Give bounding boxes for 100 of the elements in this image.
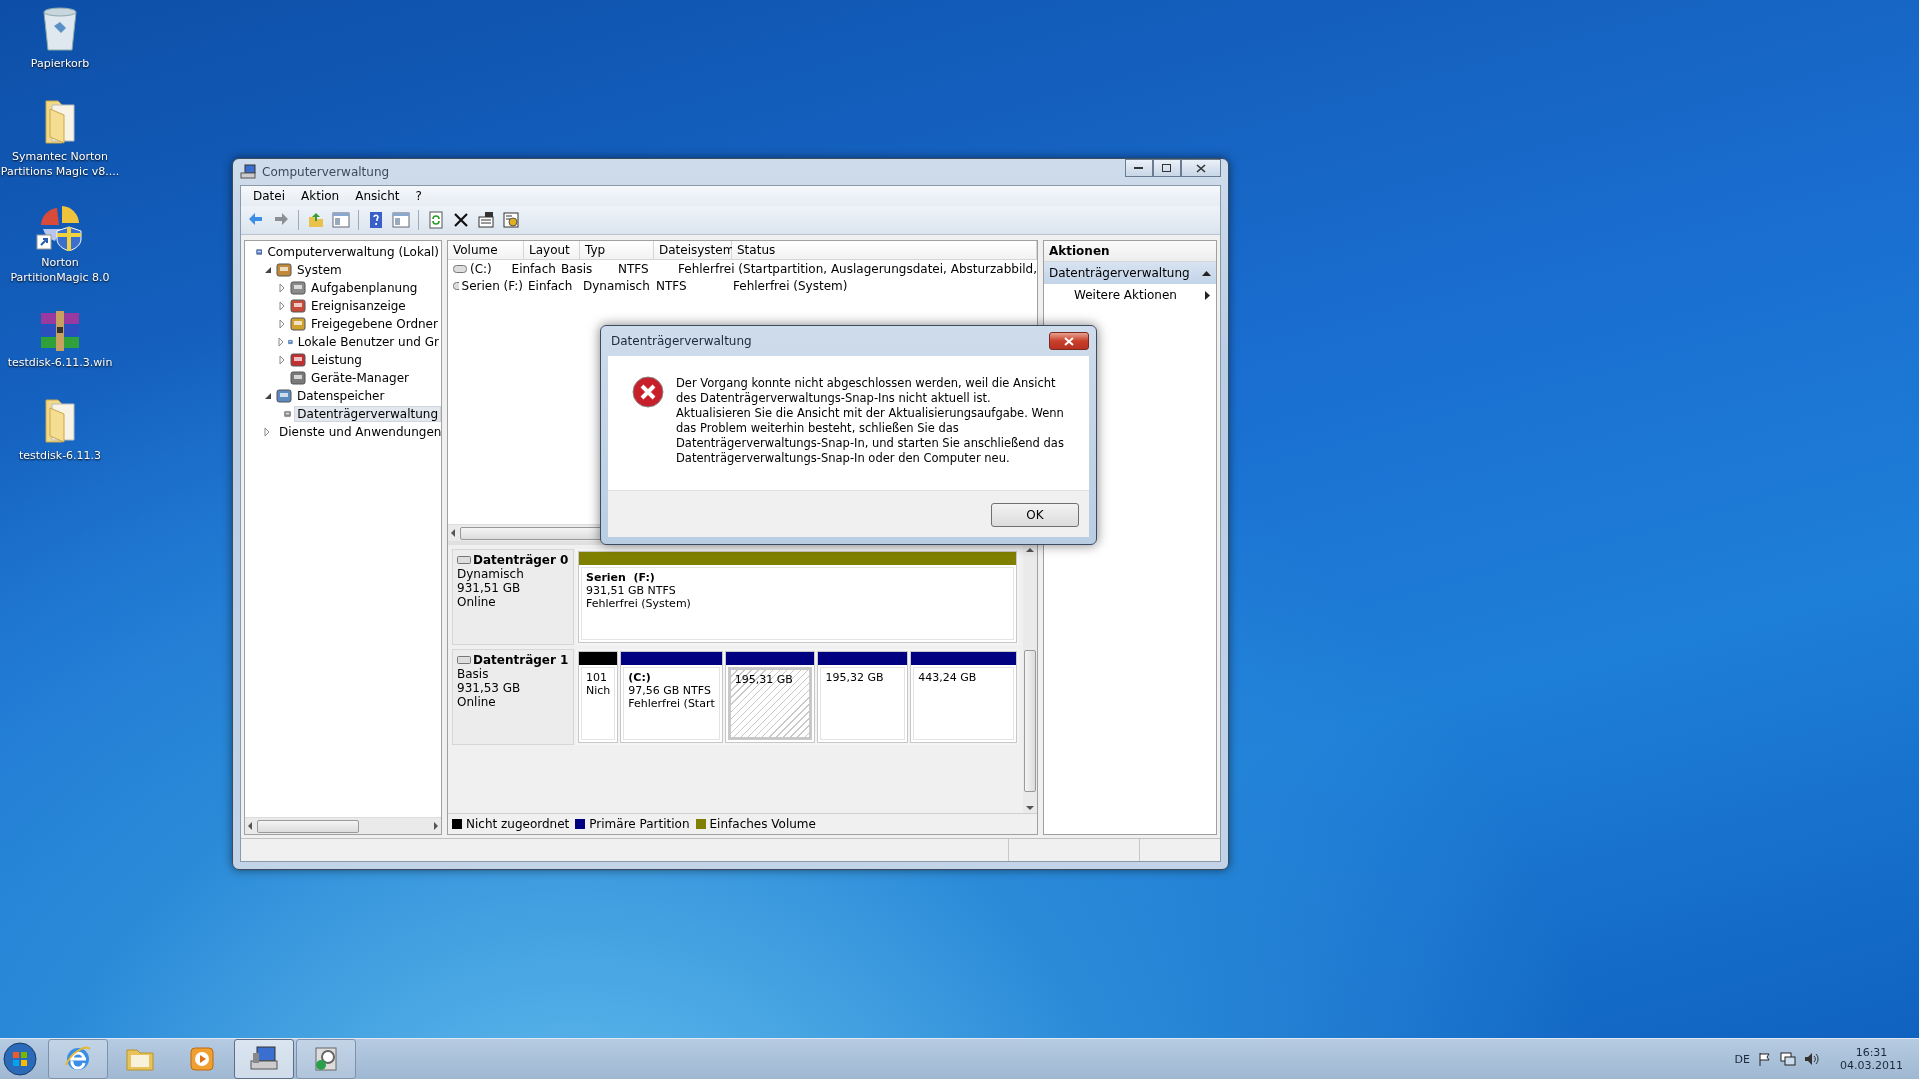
close-icon	[1064, 336, 1074, 346]
clock-time[interactable]: 16:31	[1855, 1046, 1888, 1059]
snap-in-icon	[276, 262, 292, 278]
disk-status: Online	[457, 595, 497, 609]
tree-item[interactable]: Datenträgerverwaltung	[294, 406, 441, 422]
table-cell: Serien (F:)	[461, 278, 523, 293]
scroll-left-icon[interactable]	[247, 822, 253, 830]
maximize-button[interactable]	[1153, 159, 1181, 177]
partition-detail: 443,24 GB	[918, 671, 978, 684]
menu-item[interactable]: Ansicht	[349, 188, 406, 204]
expand-triangle-icon[interactable]	[277, 338, 285, 346]
scroll-left-icon[interactable]	[450, 529, 456, 537]
partition-block[interactable]: 101 Nich	[578, 651, 619, 743]
refresh-icon[interactable]	[427, 211, 445, 229]
expand-triangle-icon[interactable]	[278, 356, 286, 364]
disk-status: Online	[457, 695, 497, 709]
delete-x-icon[interactable]	[452, 211, 470, 229]
minimize-button[interactable]	[1125, 159, 1153, 177]
taskbar-button[interactable]	[296, 1039, 356, 1079]
partition-name: (C:)	[628, 671, 652, 684]
clock-date[interactable]: 04.03.2011	[1840, 1059, 1903, 1072]
tree-item[interactable]: Datenspeicher	[295, 389, 387, 403]
close-button[interactable]	[1181, 159, 1221, 177]
computer-management-icon	[249, 1045, 279, 1073]
action-link[interactable]: Weitere Aktionen	[1074, 288, 1177, 302]
column-header[interactable]: Layout	[524, 241, 580, 259]
tree-item[interactable]: Leistung	[309, 353, 364, 367]
table-cell: Einfach	[511, 261, 556, 276]
flag-icon[interactable]	[1758, 1052, 1772, 1066]
taskbar-button[interactable]	[234, 1039, 294, 1079]
desktop-icon-label[interactable]: Norton PartitionMagic 8.0	[10, 255, 110, 285]
expand-triangle-icon[interactable]	[263, 428, 271, 436]
drive-icon	[453, 264, 467, 273]
scroll-up-icon[interactable]	[1026, 547, 1034, 552]
partition-block[interactable]: 443,24 GB	[910, 651, 1017, 743]
column-header[interactable]: Volume	[448, 241, 524, 259]
disk-name: Datenträger 0	[473, 553, 569, 567]
tree-item[interactable]: Geräte-Manager	[309, 371, 411, 385]
menu-item[interactable]: Datei	[247, 188, 291, 204]
scroll-right-icon[interactable]	[433, 822, 439, 830]
computer-management-icon	[240, 164, 256, 180]
drive-icon	[457, 556, 471, 564]
close-button[interactable]	[1049, 332, 1089, 350]
taskbar-button[interactable]	[48, 1039, 108, 1079]
desktop-icon-label[interactable]: Symantec Norton Partitions Magic v8....	[0, 149, 120, 179]
desktop-icon-label[interactable]: Papierkorb	[30, 56, 90, 71]
collapse-triangle-icon[interactable]	[264, 266, 272, 274]
tree-item[interactable]: Computerverwaltung (Lokal)	[265, 245, 441, 259]
speaker-icon[interactable]	[1804, 1052, 1820, 1066]
scroll-down-icon[interactable]	[1026, 806, 1034, 811]
table-cell: NTFS	[656, 278, 687, 293]
start-orb-icon[interactable]	[3, 1042, 37, 1076]
partition-block[interactable]: 195,32 GB	[817, 651, 909, 743]
folder-up-icon[interactable]	[307, 211, 325, 229]
gear-sheet-icon[interactable]	[502, 211, 520, 229]
drive-icon	[453, 281, 459, 290]
pane-toggle-icon[interactable]	[392, 211, 410, 229]
column-header[interactable]: Status	[732, 241, 1037, 259]
language-indicator[interactable]: DE	[1734, 1052, 1750, 1066]
help-icon[interactable]	[367, 211, 385, 229]
column-header[interactable]: Dateisystem	[654, 241, 732, 259]
partition-detail: Fehlerfrei (System)	[586, 597, 692, 610]
play-icon	[189, 1046, 215, 1072]
network-icon[interactable]	[1780, 1052, 1796, 1066]
desktop-icon-label[interactable]: testdisk-6.11.3.win	[7, 355, 113, 370]
table-cell: (C:)	[470, 261, 492, 276]
partition-block[interactable]: 195,31 GB	[724, 651, 816, 743]
pie-chart-icon	[35, 205, 85, 251]
expand-triangle-icon[interactable]	[278, 320, 286, 328]
tree-item[interactable]: Ereignisanzeige	[309, 299, 408, 313]
expand-triangle-icon[interactable]	[278, 284, 286, 292]
menu-item[interactable]: Aktion	[295, 188, 346, 204]
partition-block[interactable]: Serien (F:) 931,51 GB NTFS Fehlerfrei (System)	[578, 551, 1017, 643]
partition-detail: 195,31 GB	[734, 673, 794, 686]
desktop-icon-label[interactable]: testdisk-6.11.3	[18, 448, 102, 463]
table-cell: Einfach	[528, 278, 573, 293]
collapse-triangle-icon[interactable]	[264, 392, 272, 400]
disk-type: Basis	[457, 667, 490, 681]
properties-icon[interactable]	[477, 211, 495, 229]
tree-item[interactable]: Freigegebene Ordner	[309, 317, 440, 331]
actions-section-header[interactable]: Datenträgerverwaltung	[1044, 262, 1216, 284]
disk-size: 931,51 GB	[457, 581, 522, 595]
tree-item[interactable]: System	[295, 263, 344, 277]
horizontal-scrollbar[interactable]	[245, 817, 441, 834]
expand-triangle-icon[interactable]	[278, 302, 286, 310]
partition-block[interactable]: (C:) 97,56 GB NTFS Fehlerfrei (Start	[620, 651, 723, 743]
legend-label: Einfaches Volume	[709, 817, 816, 831]
disk-name: Datenträger 1	[473, 653, 569, 667]
column-header[interactable]: Typ	[580, 241, 654, 259]
menu-item[interactable]: ?	[409, 188, 428, 204]
pane-toggle-icon[interactable]	[332, 211, 350, 229]
partition-name: Serien (F:)	[586, 571, 656, 584]
partition-detail: Nich	[586, 684, 611, 697]
table-cell: Fehlerfrei (System)	[733, 278, 848, 293]
partition-detail: 97,56 GB NTFS	[628, 684, 712, 697]
tree-item[interactable]: Dienste und Anwendungen	[277, 425, 444, 439]
tree-item[interactable]: Lokale Benutzer und Gr	[295, 335, 441, 349]
vertical-scrollbar[interactable]	[1023, 545, 1037, 813]
tree-item[interactable]: Aufgabenplanung	[309, 281, 420, 295]
ok-button[interactable]: OK	[991, 503, 1079, 527]
